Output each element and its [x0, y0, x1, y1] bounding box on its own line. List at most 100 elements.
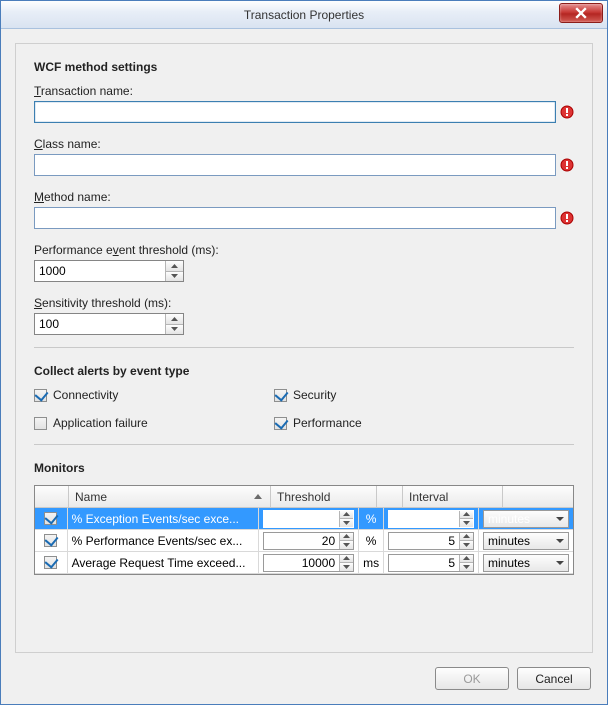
perf-threshold-input[interactable]	[35, 261, 165, 281]
row-checkbox-cell	[35, 530, 68, 552]
spin-down-button[interactable]	[166, 272, 183, 282]
perf-threshold-spinner[interactable]	[34, 260, 184, 282]
error-icon	[560, 211, 574, 225]
spin-down-button[interactable]	[460, 519, 473, 527]
threshold-input[interactable]	[264, 533, 340, 549]
alert-security[interactable]: Security	[274, 388, 514, 402]
separator	[34, 347, 574, 348]
threshold-spinner[interactable]	[263, 554, 355, 572]
perf-threshold-label: Performance event threshold (ms):	[34, 243, 574, 257]
interval-input[interactable]	[389, 555, 459, 571]
spin-up-button[interactable]	[340, 555, 353, 564]
chevron-up-icon	[171, 317, 178, 321]
class-name-input[interactable]	[34, 154, 556, 176]
spin-up-button[interactable]	[460, 533, 473, 542]
row-checkbox[interactable]	[44, 556, 57, 569]
titlebar[interactable]: Transaction Properties	[1, 1, 607, 29]
table-row[interactable]: % Performance Events/sec ex...%minutes	[35, 530, 573, 552]
checkbox[interactable]	[274, 417, 287, 430]
spin-up-button[interactable]	[460, 555, 473, 564]
header-name[interactable]: Name	[69, 486, 271, 507]
alert-label: Application failure	[53, 416, 148, 430]
interval-input[interactable]	[389, 511, 459, 527]
spin-down-button[interactable]	[460, 563, 473, 571]
row-checkbox[interactable]	[44, 534, 57, 547]
interval-spinner[interactable]	[388, 510, 474, 528]
spin-down-button[interactable]	[166, 325, 183, 335]
threshold-unit: ms	[359, 552, 384, 574]
interval-unit-cell: minutes	[479, 530, 573, 552]
spin-up-button[interactable]	[460, 511, 473, 520]
spinner-buttons	[165, 261, 183, 281]
interval-unit-cell: minutes	[479, 552, 573, 574]
sort-asc-icon	[254, 494, 262, 499]
alert-performance[interactable]: Performance	[274, 416, 514, 430]
threshold-input[interactable]	[264, 555, 340, 571]
interval-spinner[interactable]	[388, 554, 474, 572]
alerts-section-title: Collect alerts by event type	[34, 364, 574, 378]
header-interval-unit	[503, 486, 573, 507]
spin-down-button[interactable]	[340, 541, 353, 549]
combo-label: minutes	[488, 556, 530, 570]
interval-unit-cell: minutes	[479, 508, 573, 530]
alert-label: Security	[293, 388, 336, 402]
close-button[interactable]	[559, 3, 603, 23]
chevron-down-icon	[171, 274, 178, 278]
interval-unit-combo[interactable]: minutes	[483, 554, 569, 572]
row-checkbox-cell	[35, 508, 68, 530]
alert-connectivity[interactable]: Connectivity	[34, 388, 274, 402]
checkbox[interactable]	[34, 417, 47, 430]
spin-up-button[interactable]	[166, 261, 183, 272]
sens-threshold-spinner[interactable]	[34, 313, 184, 335]
monitors-section-title: Monitors	[34, 461, 574, 475]
spin-down-button[interactable]	[460, 541, 473, 549]
threshold-unit: %	[359, 508, 384, 530]
cancel-button[interactable]: Cancel	[517, 667, 591, 690]
spin-down-button[interactable]	[340, 519, 353, 527]
sens-threshold-label: Sensitivity threshold (ms):	[34, 296, 574, 310]
interval-spinner[interactable]	[388, 532, 474, 550]
threshold-cell	[259, 508, 360, 530]
monitors-table: Name Threshold Interval % Exception Even…	[34, 485, 574, 575]
interval-input[interactable]	[389, 533, 459, 549]
header-threshold[interactable]: Threshold	[271, 486, 377, 507]
spinner-buttons	[165, 314, 183, 334]
threshold-spinner[interactable]	[263, 510, 355, 528]
interval-unit-combo[interactable]: minutes	[483, 510, 569, 528]
row-checkbox[interactable]	[44, 512, 57, 525]
interval-unit-combo[interactable]: minutes	[483, 532, 569, 550]
checkbox[interactable]	[34, 389, 47, 402]
spin-up-button[interactable]	[340, 533, 353, 542]
checkbox[interactable]	[274, 389, 287, 402]
alert-label: Connectivity	[53, 388, 118, 402]
content-panel: WCF method settings Transaction name: Cl…	[15, 43, 593, 653]
combo-label: minutes	[488, 534, 530, 548]
threshold-cell	[259, 530, 360, 552]
threshold-spinner[interactable]	[263, 532, 355, 550]
spin-up-button[interactable]	[340, 511, 353, 520]
method-name-input[interactable]	[34, 207, 556, 229]
ok-button[interactable]: OK	[435, 667, 509, 690]
transaction-name-label: Transaction name:	[34, 84, 574, 98]
threshold-input[interactable]	[264, 511, 340, 527]
spin-up-button[interactable]	[166, 314, 183, 325]
chevron-down-icon	[556, 517, 564, 521]
chevron-down-icon	[556, 539, 564, 543]
close-icon	[575, 7, 587, 19]
header-checkbox-col[interactable]	[35, 486, 69, 507]
monitor-name: % Exception Events/sec exce...	[68, 508, 259, 530]
table-row[interactable]: Average Request Time exceed...msminutes	[35, 552, 573, 574]
chevron-down-icon	[556, 561, 564, 565]
chevron-up-icon	[171, 264, 178, 268]
monitor-name: % Performance Events/sec ex...	[68, 530, 259, 552]
dialog-window: Transaction Properties WCF method settin…	[0, 0, 608, 705]
header-interval[interactable]: Interval	[403, 486, 503, 507]
table-row[interactable]: % Exception Events/sec exce...% minutes	[35, 508, 573, 530]
dialog-body: WCF method settings Transaction name: Cl…	[1, 29, 607, 653]
sens-threshold-input[interactable]	[35, 314, 165, 334]
alert-application-failure[interactable]: Application failure	[34, 416, 274, 430]
wcf-section-title: WCF method settings	[34, 60, 574, 74]
spin-down-button[interactable]	[340, 563, 353, 571]
monitors-header: Name Threshold Interval	[35, 486, 573, 508]
transaction-name-input[interactable]	[34, 101, 556, 123]
